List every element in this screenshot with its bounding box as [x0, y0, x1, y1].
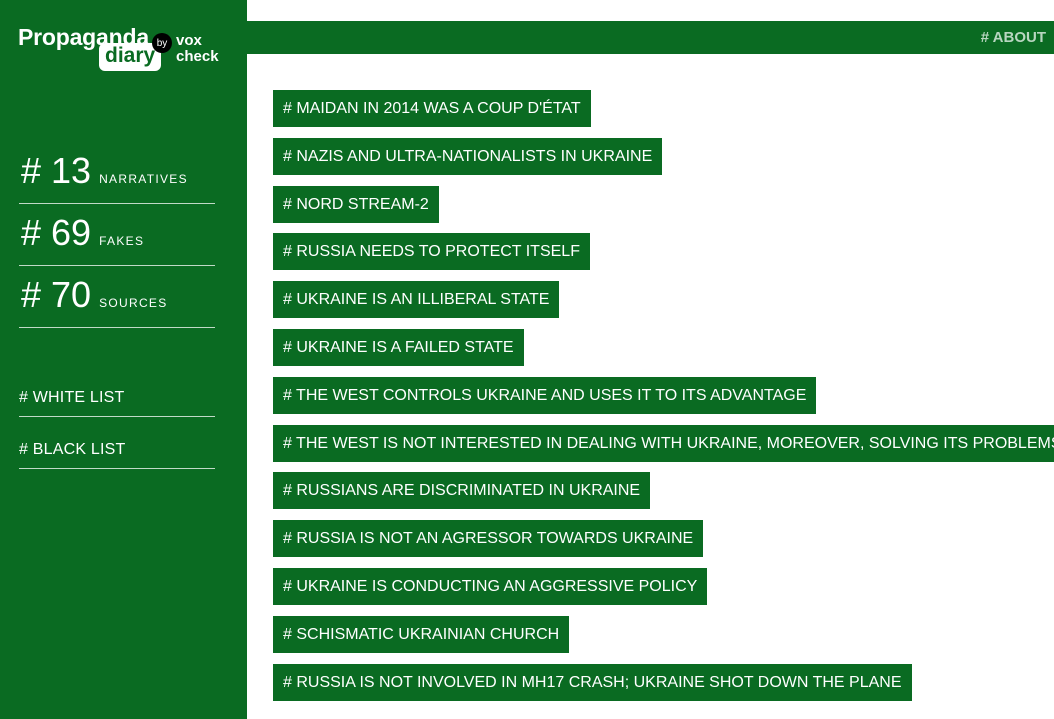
stat-label: FAKES	[99, 234, 145, 248]
white-list-link[interactable]: # WHITE LIST	[19, 380, 215, 417]
narrative-tag-russians-discriminated[interactable]: # RUSSIANS ARE DISCRIMINATED IN UKRAINE	[273, 472, 651, 510]
stat-number: # 13	[21, 150, 92, 191]
about-link[interactable]: # ABOUT	[981, 21, 1046, 54]
narrative-tag-west-controls[interactable]: # THE WEST CONTROLS UKRAINE AND USES IT …	[273, 376, 817, 414]
narrative-tag-schismatic-church[interactable]: # SCHISMATIC UKRAINIAN CHURCH	[273, 615, 570, 653]
narrative-tag-nazis[interactable]: # NAZIS AND ULTRA-NATIONALISTS IN UKRAIN…	[273, 137, 663, 175]
narrative-tag-maidan-coup[interactable]: # MAIDAN IN 2014 WAS A COUP D'ÉTAT	[273, 90, 591, 127]
list-links: # WHITE LIST # BLACK LIST	[19, 380, 215, 484]
stat-label: SOURCES	[99, 296, 168, 310]
narrative-tag-west-not-interested[interactable]: # THE WEST IS NOT INTERESTED IN DEALING …	[273, 424, 1054, 462]
logo[interactable]: Propaganda diary by vox check	[18, 24, 233, 74]
narrative-list: # MAIDAN IN 2014 WAS A COUP D'ÉTAT # NAZ…	[273, 90, 1054, 711]
logo-partner-line2: check	[176, 48, 219, 65]
stat-fakes[interactable]: # 69 FAKES	[19, 204, 215, 266]
logo-by-badge: by	[152, 33, 172, 53]
logo-subtitle: diary	[99, 43, 162, 71]
narrative-tag-not-aggressor[interactable]: # RUSSIA IS NOT AN AGRESSOR TOWARDS UKRA…	[273, 520, 704, 558]
top-bar: # ABOUT	[247, 21, 1054, 54]
stats-panel: # 13 NARRATIVES # 69 FAKES # 70 SOURCES	[19, 142, 215, 328]
narrative-tag-illiberal-state[interactable]: # UKRAINE IS AN ILLIBERAL STATE	[273, 281, 560, 319]
stat-number: # 70	[21, 274, 92, 315]
stat-label: NARRATIVES	[99, 172, 188, 186]
logo-partner-line1: vox	[176, 32, 202, 49]
narrative-tag-nord-stream[interactable]: # NORD STREAM-2	[273, 185, 439, 223]
logo-partner: vox check	[176, 33, 219, 65]
narrative-tag-failed-state[interactable]: # UKRAINE IS A FAILED STATE	[273, 328, 524, 366]
narrative-tag-mh17[interactable]: # RUSSIA IS NOT INVOLVED IN MH17 CRASH; …	[273, 663, 912, 701]
stat-number: # 69	[21, 212, 92, 253]
sidebar: Propaganda diary by vox check # 13 NARRA…	[0, 0, 247, 719]
narrative-tag-russia-protect[interactable]: # RUSSIA NEEDS TO PROTECT ITSELF	[273, 233, 590, 271]
stat-narratives[interactable]: # 13 NARRATIVES	[19, 142, 215, 204]
narrative-tag-aggressive-policy[interactable]: # UKRAINE IS CONDUCTING AN AGGRESSIVE PO…	[273, 567, 708, 605]
stat-sources[interactable]: # 70 SOURCES	[19, 266, 215, 328]
black-list-link[interactable]: # BLACK LIST	[19, 432, 215, 469]
